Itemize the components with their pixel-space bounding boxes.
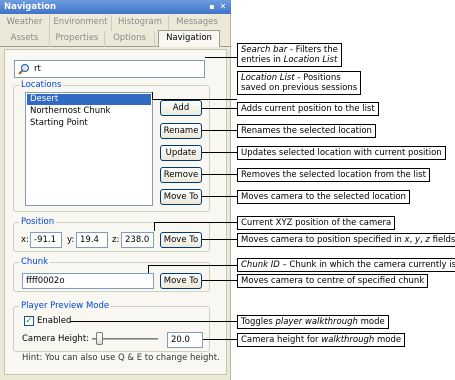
enabled-label[interactable]: Enabled [37,315,71,327]
callout-position-move: Moves camera to position specified in x,… [237,233,455,247]
tab-properties[interactable]: Properties [50,31,105,47]
pin-icon[interactable]: ▪ [207,2,217,12]
z-field[interactable]: 238.0 [121,232,154,248]
callout-walkthrough: Toggles player walkthrough mode [237,315,389,329]
callout-location-list-title: Location List [241,73,295,83]
rename-button[interactable]: Rename [160,123,202,139]
connector-line [202,280,237,281]
search-input[interactable]: rt [14,60,205,78]
hint-text: Hint: You can also use Q & E to change h… [22,353,220,363]
callout-search-bar-line2: entries in [241,55,284,65]
connector-line [148,265,237,266]
connector-line [203,339,237,340]
connector-line [152,99,237,100]
tab-histogram[interactable]: Histogram [112,15,169,31]
callout-move-to: Moves camera to the selected location [237,190,410,204]
callout-update: Updates selected location with current p… [237,146,446,160]
x-label: x: [21,235,29,245]
connector-line [154,222,155,231]
preview-group-title: Player Preview Mode [19,301,112,311]
camera-height-label: Camera Height: [22,334,90,344]
callout-search-bar-line2-em: Location List [283,55,338,65]
connector-line [148,265,149,273]
tab-environment[interactable]: Environment [50,15,112,31]
connector-line [202,239,237,240]
callout-chunk-move: Moves camera to centre of specified chun… [237,274,429,288]
callout-search-bar-title: Search bar [241,45,288,55]
x-field[interactable]: -91.1 [30,232,62,248]
close-icon[interactable]: ✕ [218,2,228,12]
callout-chunk-id: Chunk ID – Chunk in which the camera cur… [237,258,455,272]
tab-navigation[interactable]: Navigation [158,30,220,47]
connector-line [202,174,237,175]
connector-line [205,57,237,58]
add-button[interactable]: Add [160,100,202,116]
connector-line [152,92,153,99]
list-item[interactable]: Starting Point [27,118,151,129]
callout-pos-text: Moves camera to position specified in [241,235,405,245]
chunk-group-title: Chunk [19,257,51,267]
locations-group-title: Locations [19,80,64,90]
tab-messages[interactable]: Messages [169,15,225,31]
position-group-title: Position [19,217,57,227]
list-item[interactable]: Northernost Chunk [27,106,151,117]
callout-walkthrough-text: Toggles [241,317,276,327]
callout-walkthrough-em: player walkthrough [275,317,358,327]
callout-walkthrough-tail: mode [357,317,385,327]
callout-remove: Removes the selected location from the l… [237,168,430,182]
z-label: z: [112,235,120,245]
callout-camera-height-text: Camera height for [241,335,322,345]
connector-line [202,152,237,153]
chunk-move-to-button[interactable]: Move To [160,273,202,289]
chunk-id-field[interactable]: ffff0002o [22,273,154,289]
camera-height-field[interactable]: 20.0 [167,332,203,348]
location-list[interactable]: Desert Northernost Chunk Starting Point [25,92,153,206]
callout-search-bar-rest: - Filters the [287,45,338,55]
panel-title: Navigation [4,2,56,12]
callout-location-list: Location List - Positions saved on previ… [237,71,362,95]
enabled-checkbox[interactable]: ✓ [24,316,34,326]
list-item[interactable]: Desert [27,94,151,105]
panel-titlebar: Navigation ▪ ✕ [0,0,231,14]
connector-line [154,222,237,223]
callout-chunk-id-rest: – Chunk in which the camera currently is [279,260,455,270]
location-move-to-button[interactable]: Move To [160,189,202,205]
y-label: y: [67,235,75,245]
callout-add: Adds current position to the list [237,102,379,116]
callout-camera-height-em: walkthrough [321,335,375,345]
callout-chunk-id-title: Chunk ID [241,260,280,270]
search-value: rt [34,64,41,74]
search-icon [18,63,30,75]
callout-rename: Renames the selected location [237,124,376,138]
update-button[interactable]: Update [160,145,202,161]
connector-line [202,196,237,197]
tab-assets[interactable]: Assets [0,31,50,47]
callout-pos-tail: fields [429,235,455,245]
tab-weather[interactable]: Weather [0,15,50,31]
y-field[interactable]: 19.4 [76,232,108,248]
tab-options[interactable]: Options [105,31,155,47]
tab-row-2: Assets Properties Options Navigation [0,30,231,47]
callout-camera-height-tail: mode [374,335,402,345]
connector-line [70,321,237,322]
callout-location-list-rest: - Positions [294,73,341,83]
connector-line [202,108,237,109]
callout-camera-height: Camera height for walkthrough mode [237,333,406,347]
callout-search-bar: Search bar - Filters the entries in Loca… [237,43,342,67]
position-move-to-button[interactable]: Move To [160,232,202,248]
camera-height-slider-thumb[interactable] [96,332,103,345]
callout-xyz: Current XYZ position of the camera [237,216,396,230]
remove-button[interactable]: Remove [160,167,202,183]
connector-line [202,130,237,131]
callout-location-list-line2: saved on previous sessions [241,83,358,93]
tab-row-1: Weather Environment Histogram Messages [0,15,231,31]
navigation-panel: Navigation ▪ ✕ Weather Environment Histo… [0,0,231,380]
